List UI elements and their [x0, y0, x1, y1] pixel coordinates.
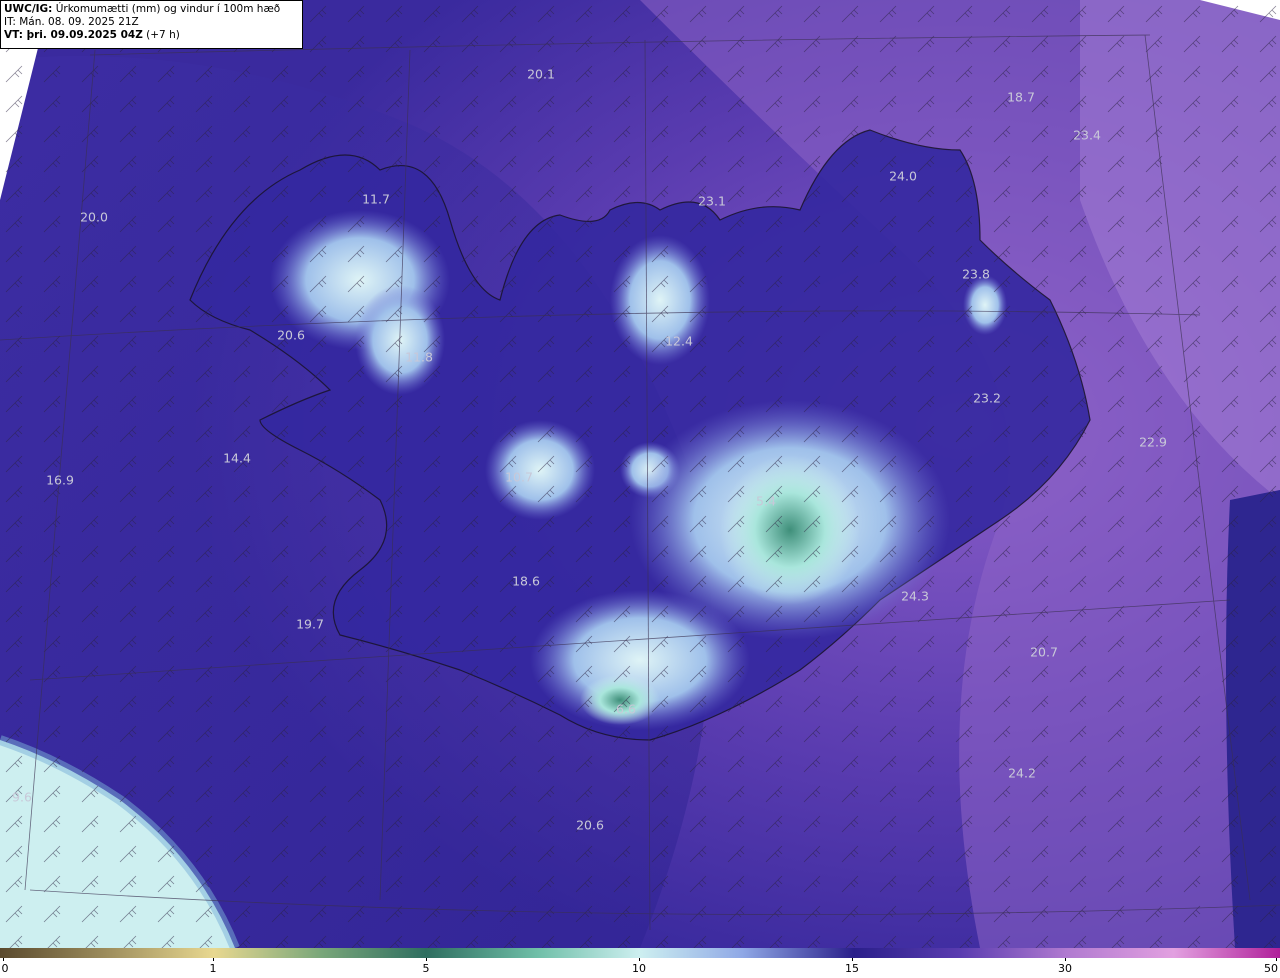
map-title: Úrkomumætti (mm) og vindur í 100m hæð: [55, 3, 281, 15]
colorbar-tick: [1065, 958, 1066, 961]
map-value-label: 6.6: [616, 701, 636, 717]
colorbar-label: 30: [1058, 962, 1072, 975]
map-value-label: 10.7: [505, 469, 533, 485]
colorbar-tick: [852, 958, 853, 961]
info-title-line: UWC/IG: Úrkomumætti (mm) og vindur í 100…: [4, 3, 299, 16]
colorbar-label: 10: [632, 962, 646, 975]
map-value-label: 20.6: [277, 327, 305, 343]
map-value-label: 23.8: [962, 266, 990, 282]
colorbar-label: 0: [1, 962, 9, 975]
map-value-label: 12.4: [665, 333, 693, 349]
map-value-label: 20.1: [527, 66, 555, 82]
colorbar-tick: [213, 958, 214, 961]
map-value-label: 20.7: [1030, 644, 1058, 660]
map-value-label: 18.6: [512, 573, 540, 589]
map-value-label: 5.4: [756, 493, 776, 509]
colorbar-tick: [3, 958, 4, 961]
valid-time-line: VT: þri. 09.09.2025 04Z (+7 h): [4, 29, 299, 42]
map-value-label: 9.6: [12, 789, 32, 805]
init-time: IT: Mán. 08. 09. 2025 21Z: [4, 16, 139, 28]
colorbar-label: 50: [1264, 962, 1278, 975]
map-value-label: 23.2: [973, 390, 1001, 406]
colorbar-label: 5: [422, 962, 430, 975]
map-value-label: 22.9: [1139, 434, 1167, 450]
map-value-label: 20.6: [576, 817, 604, 833]
colorbar-label: 15: [845, 962, 859, 975]
map-value-label: 24.0: [889, 168, 917, 184]
map-value-label: 23.4: [1073, 127, 1101, 143]
map-value-label: 19.7: [296, 616, 324, 632]
map-value-label: 11.7: [362, 191, 390, 207]
colorbar: [0, 948, 1280, 958]
valid-time: VT: þri. 09.09.2025 04Z: [4, 29, 143, 41]
map-value-label: 14.4: [223, 450, 251, 466]
colorbar-tick: [1276, 958, 1277, 961]
map-value-label: 24.3: [901, 588, 929, 604]
map-value-label: 24.2: [1008, 765, 1036, 781]
model-name: UWC/IG:: [4, 3, 53, 15]
map-value-label: 16.9: [46, 472, 74, 488]
colorbar-tick: [426, 958, 427, 961]
colorbar-tick: [639, 958, 640, 961]
map-value-label: 20.0: [80, 209, 108, 225]
lead-time: (+7 h): [146, 29, 180, 41]
map-value-label: 23.1: [698, 193, 726, 209]
map-value-label: 18.7: [1007, 89, 1035, 105]
colorbar-label: 1: [209, 962, 217, 975]
map-info-box: UWC/IG: Úrkomumætti (mm) og vindur í 100…: [0, 0, 303, 49]
map-value-label: 11.8: [405, 349, 433, 365]
